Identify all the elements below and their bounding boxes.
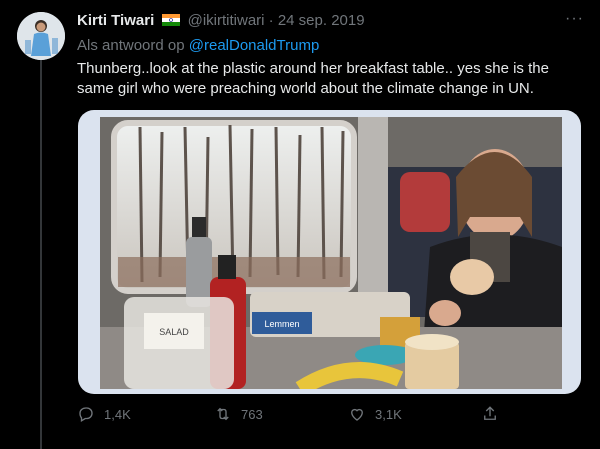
tweet-date[interactable]: 24 sep. 2019 [278,12,365,29]
tweet-header: Kirti Tiwari @ikirtitiwari · 24 sep. 201… [77,10,584,32]
reply-prefix: Als antwoord op [77,37,185,54]
like-action[interactable]: 3,1K [348,405,402,423]
share-icon [484,406,496,420]
reply-count: 1,4K [104,406,131,422]
tweet-media[interactable]: SALAD Lemmen [78,110,581,394]
separator-dot: · [268,12,274,29]
share-action[interactable] [481,405,499,423]
author-name[interactable]: Kirti Tiwari [77,12,154,29]
retweet-count: 763 [241,406,263,422]
india-flag-icon [162,14,181,26]
author-handle[interactable]: @ikirtitiwari [188,12,265,29]
thread-line [40,60,42,449]
avatar-image [17,12,65,60]
tweet-text: Thunberg..look at the plastic around her… [77,60,549,97]
bottle-label: SALAD [159,327,189,337]
heart-icon [351,408,363,421]
retweet-action[interactable]: 763 [214,405,263,423]
like-count: 3,1K [375,406,402,422]
bag-label: Lemmen [264,319,299,329]
retweet-icon [217,407,229,421]
reply-action[interactable]: 1,4K [77,405,131,423]
avatar[interactable] [17,12,65,60]
tweet-actions: 1,4K 763 3,1K [77,405,584,425]
reply-icon [79,407,93,422]
reply-mention-link[interactable]: @realDonaldTrump [189,37,320,54]
reply-context: Als antwoord op @realDonaldTrump [77,37,319,54]
more-options-icon[interactable]: ··· [565,10,584,28]
media-photo: SALAD Lemmen [100,117,562,389]
